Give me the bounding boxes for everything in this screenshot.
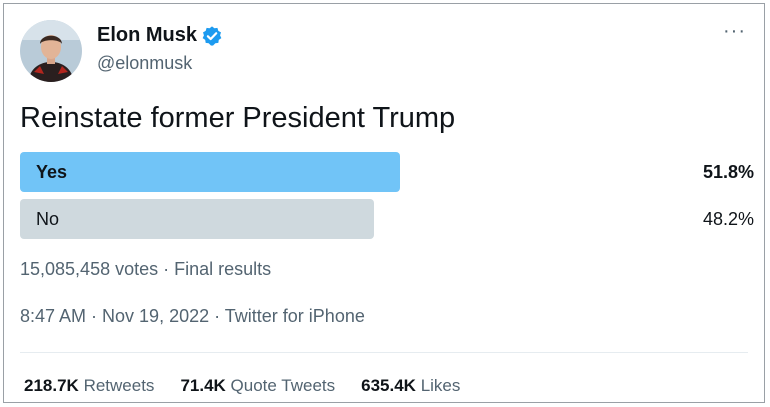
poll-option-label: Yes xyxy=(36,162,68,182)
avatar[interactable] xyxy=(20,20,82,82)
more-options-icon[interactable]: ··· xyxy=(723,20,746,43)
likes-label: Likes xyxy=(420,376,461,395)
retweets-label: Retweets xyxy=(83,376,155,395)
likes-stat[interactable]: 635.4K Likes xyxy=(361,376,460,396)
poll-option-percent: 48.2% xyxy=(702,209,754,229)
tweet-card: Elon Musk @elonmusk ··· Reinstate former… xyxy=(3,3,765,403)
poll-option-no: No 48.2% xyxy=(20,199,754,239)
poll-bar-yes xyxy=(20,152,400,192)
retweets-stat[interactable]: 218.7K Retweets xyxy=(24,376,154,396)
likes-count: 635.4K xyxy=(361,376,416,395)
quote-tweets-stat[interactable]: 71.4K Quote Tweets xyxy=(180,376,335,396)
poll-option-label: No xyxy=(36,209,60,229)
quote-tweets-label: Quote Tweets xyxy=(230,376,336,395)
divider xyxy=(20,352,748,353)
poll-question: Reinstate former President Trump xyxy=(20,102,456,134)
poll-option-yes: Yes 51.8% xyxy=(20,152,754,192)
poll-bar-no xyxy=(20,199,374,239)
author-name-row: Elon Musk xyxy=(97,24,223,47)
retweets-count: 218.7K xyxy=(24,376,79,395)
engagement-stats: 218.7K Retweets 71.4K Quote Tweets 635.4… xyxy=(24,376,460,396)
tweet-timestamp[interactable]: 8:47 AM · Nov 19, 2022 · Twitter for iPh… xyxy=(20,306,365,327)
author-name[interactable]: Elon Musk xyxy=(97,24,197,47)
author-handle[interactable]: @elonmusk xyxy=(97,53,192,74)
poll-summary: 15,085,458 votes · Final results xyxy=(20,259,272,279)
quote-tweets-count: 71.4K xyxy=(180,376,226,395)
poll-option-percent: 51.8% xyxy=(702,162,754,182)
verified-badge-icon xyxy=(202,25,222,46)
